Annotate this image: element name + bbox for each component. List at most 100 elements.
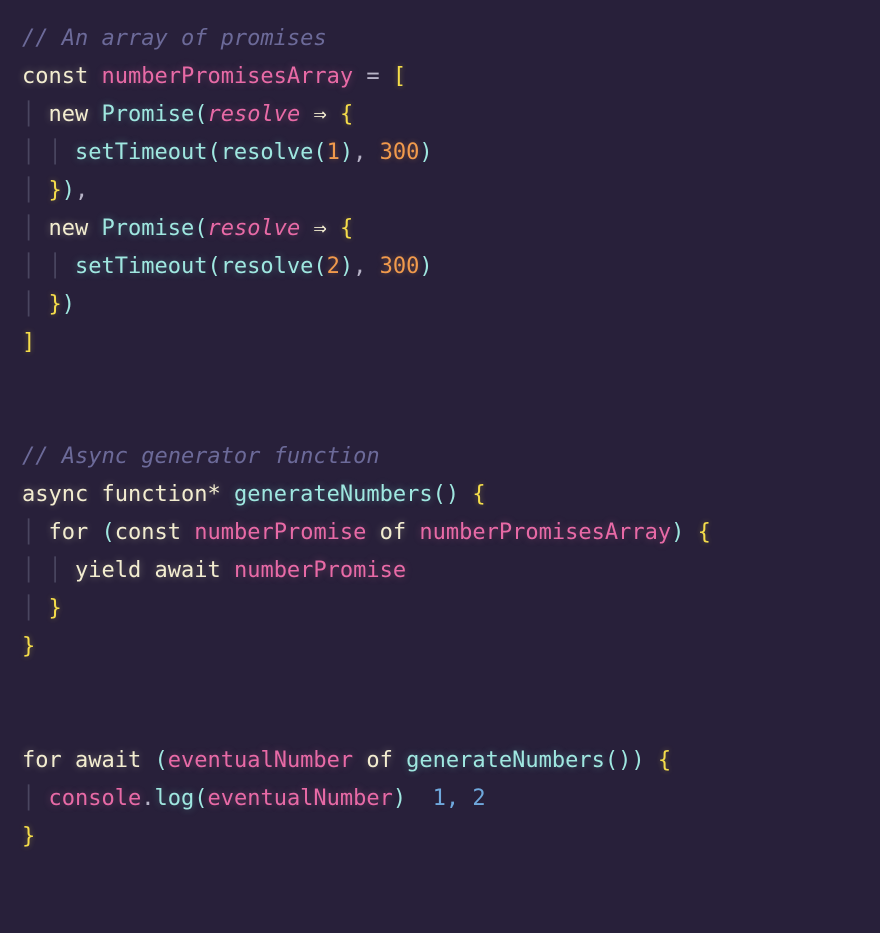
code-token: { xyxy=(340,216,353,241)
code-token: generateNumbers xyxy=(406,748,605,773)
code-token: new xyxy=(49,102,89,127)
code-token: numberPromise xyxy=(194,520,366,545)
code-token: ) xyxy=(419,254,432,279)
code-token xyxy=(645,748,658,773)
code-token: resolve xyxy=(207,102,300,127)
code-token: { xyxy=(340,102,353,127)
code-token: │ xyxy=(22,786,49,811)
code-token: } xyxy=(49,178,62,203)
code-token: ( xyxy=(154,748,167,773)
code-token: ) xyxy=(671,520,684,545)
code-token: │ │ xyxy=(22,558,75,583)
code-token: } xyxy=(49,292,62,317)
code-token: resolve xyxy=(221,254,314,279)
code-token: for xyxy=(22,748,62,773)
code-token: yield xyxy=(75,558,141,583)
code-token: │ xyxy=(22,292,49,317)
code-token: of xyxy=(380,520,407,545)
code-token: 300 xyxy=(380,254,420,279)
code-token: │ xyxy=(22,102,49,127)
code-token xyxy=(141,748,154,773)
code-token xyxy=(221,558,234,583)
code-token: async xyxy=(22,482,88,507)
code-token: │ xyxy=(22,596,49,621)
code-token: log xyxy=(154,786,194,811)
code-token: │ │ xyxy=(22,140,75,165)
code-token: const xyxy=(115,520,181,545)
code-token: { xyxy=(472,482,485,507)
code-token: ⇒ xyxy=(313,102,326,127)
code-token: () xyxy=(605,748,632,773)
code-token: ( xyxy=(207,140,220,165)
code-token: ) xyxy=(62,178,75,203)
code-token: ( xyxy=(194,102,207,127)
code-token: // An array of promises xyxy=(22,26,327,51)
code-token: ) xyxy=(631,748,644,773)
code-token: ) xyxy=(393,786,406,811)
code-token: Promise xyxy=(102,102,195,127)
code-token: │ xyxy=(22,178,49,203)
code-token: ) xyxy=(419,140,432,165)
code-token: await xyxy=(154,558,220,583)
code-token xyxy=(88,102,101,127)
code-token: for xyxy=(49,520,89,545)
code-token: generateNumbers xyxy=(234,482,433,507)
code-token xyxy=(181,520,194,545)
code-token: = xyxy=(366,64,379,89)
code-token: eventualNumber xyxy=(168,748,353,773)
code-token: } xyxy=(22,824,35,849)
code-token: await xyxy=(75,748,141,773)
code-token: numberPromise xyxy=(234,558,406,583)
code-token: 300 xyxy=(380,140,420,165)
code-token xyxy=(62,748,75,773)
code-token: ] xyxy=(22,330,35,355)
code-token: } xyxy=(49,596,62,621)
code-token: ( xyxy=(313,140,326,165)
code-token: ⇒ xyxy=(313,216,326,241)
code-token: resolve xyxy=(207,216,300,241)
code-token xyxy=(88,216,101,241)
code-token xyxy=(300,102,313,127)
code-token: │ │ xyxy=(22,254,75,279)
code-token: setTimeout xyxy=(75,254,207,279)
code-token xyxy=(380,64,393,89)
code-token: } xyxy=(22,634,35,659)
code-token: ( xyxy=(313,254,326,279)
code-token: 1, 2 xyxy=(433,786,486,811)
code-token: . xyxy=(141,786,154,811)
code-token: ( xyxy=(194,216,207,241)
code-token: , xyxy=(353,140,380,165)
code-token xyxy=(406,786,433,811)
code-token: Promise xyxy=(102,216,195,241)
code-token: eventualNumber xyxy=(207,786,392,811)
code-token xyxy=(366,520,379,545)
code-token xyxy=(88,520,101,545)
code-token: , xyxy=(75,178,88,203)
code-token: () xyxy=(433,482,460,507)
code-token: │ xyxy=(22,520,49,545)
code-token: 2 xyxy=(327,254,340,279)
code-token xyxy=(141,558,154,583)
code-token: ) xyxy=(62,292,75,317)
code-token: ( xyxy=(102,520,115,545)
code-token xyxy=(406,520,419,545)
code-token xyxy=(353,64,366,89)
code-block: // An array of promises const numberProm… xyxy=(0,0,880,876)
code-token: resolve xyxy=(221,140,314,165)
code-token: function* xyxy=(101,482,220,507)
code-token: console xyxy=(49,786,142,811)
code-token: ) xyxy=(340,254,353,279)
code-token xyxy=(393,748,406,773)
code-token: numberPromisesArray xyxy=(101,64,353,89)
code-token xyxy=(327,102,340,127)
code-token: const xyxy=(22,64,88,89)
code-token: ( xyxy=(207,254,220,279)
code-token: new xyxy=(49,216,89,241)
code-token: 1 xyxy=(327,140,340,165)
code-token: { xyxy=(658,748,671,773)
code-token: setTimeout xyxy=(75,140,207,165)
code-token: ( xyxy=(194,786,207,811)
code-token: // Async generator function xyxy=(22,444,380,469)
code-token: of xyxy=(366,748,393,773)
code-token xyxy=(88,482,101,507)
